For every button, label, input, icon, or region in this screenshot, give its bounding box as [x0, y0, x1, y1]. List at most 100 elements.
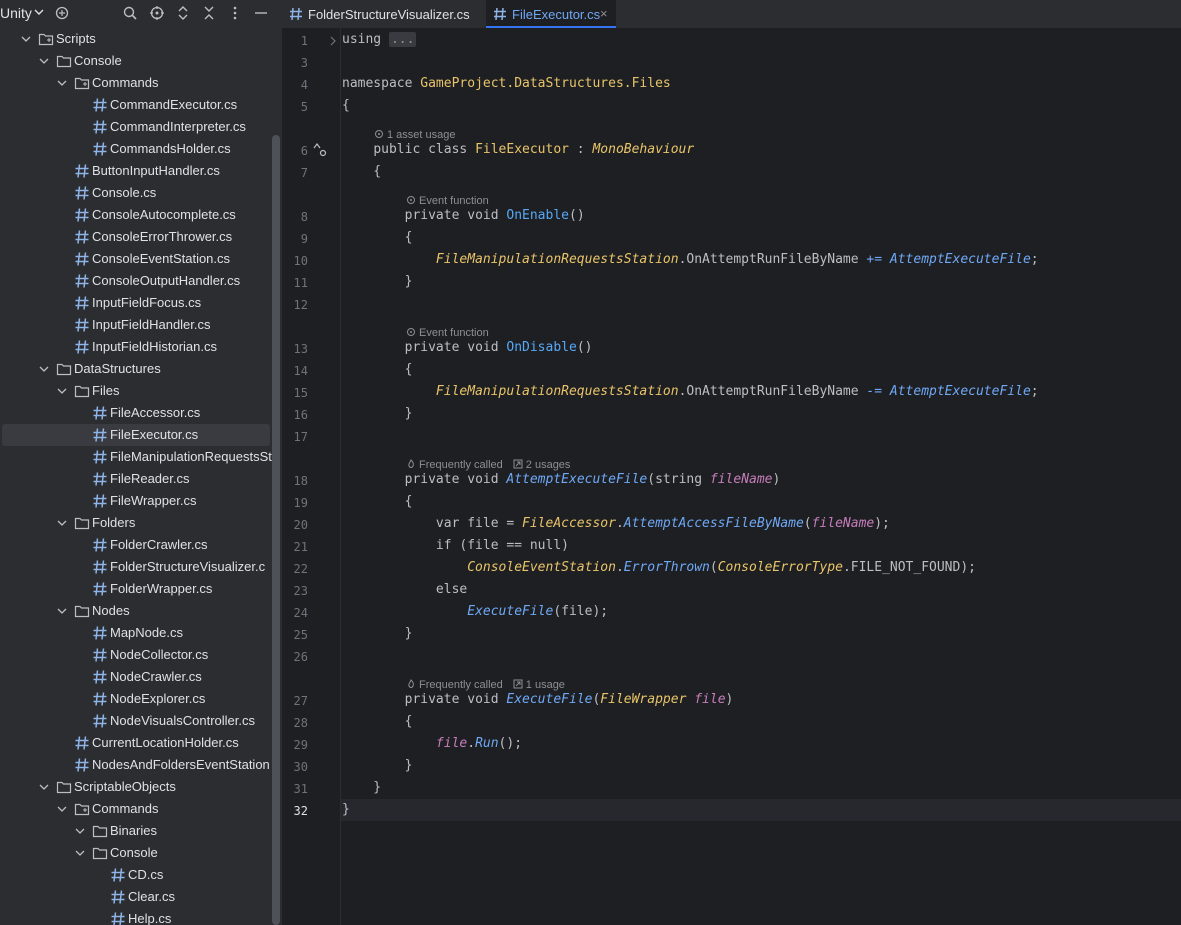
tree-folder-item[interactable]: Folders	[0, 512, 282, 534]
code-line[interactable]: }	[342, 274, 413, 289]
asset-usage-hint[interactable]: 1 asset usage	[374, 129, 456, 141]
chevron-down-icon[interactable]	[56, 605, 68, 617]
chevron-down-icon[interactable]	[38, 55, 50, 67]
tree-folder-item[interactable]: Commands	[0, 72, 282, 94]
minimize-icon[interactable]	[253, 5, 269, 21]
code-line[interactable]: using ...	[342, 32, 417, 47]
tree-folder-item[interactable]: Console	[0, 842, 282, 864]
code-line[interactable]: file.Run();	[342, 736, 522, 751]
search-icon[interactable]	[122, 5, 138, 21]
tree-file-item[interactable]: CD.cs	[0, 864, 282, 886]
code-line[interactable]: }	[342, 780, 381, 795]
tree-folder-item[interactable]: Commands	[0, 798, 282, 820]
tree-file-item[interactable]: FolderStructureVisualizer.c	[0, 556, 282, 578]
frequently-called-hint[interactable]: Frequently called	[406, 459, 503, 471]
tree-file-item[interactable]: ButtonInputHandler.cs	[0, 160, 282, 182]
code-line[interactable]: FileManipulationRequestsStation.OnAttemp…	[342, 384, 1039, 399]
code-line[interactable]: {	[342, 230, 413, 245]
tree-file-item[interactable]: CurrentLocationHolder.cs	[0, 732, 282, 754]
tree-file-item[interactable]: FileAccessor.cs	[0, 402, 282, 424]
code-line[interactable]: ConsoleEventStation.ErrorThrown(ConsoleE…	[342, 560, 976, 575]
fold-arrow-icon[interactable]	[328, 35, 338, 47]
tree-folder-item[interactable]: Scripts	[0, 28, 282, 50]
more-options-icon[interactable]	[227, 5, 243, 21]
collapse-all-icon[interactable]	[201, 5, 217, 21]
code-line[interactable]: }	[342, 758, 413, 773]
tree-file-item[interactable]: Help.cs	[0, 908, 282, 925]
tree-file-item[interactable]: FileExecutor.cs	[2, 424, 270, 446]
tree-folder-item[interactable]: Files	[0, 380, 282, 402]
code-line[interactable]: private void OnDisable()	[342, 340, 593, 355]
tree-scrollbar[interactable]	[272, 135, 280, 925]
chevron-down-icon[interactable]	[20, 33, 32, 45]
event-function-hint[interactable]: Event function	[406, 195, 489, 207]
code-line[interactable]: ExecuteFile(file);	[342, 604, 608, 619]
tree-file-item[interactable]: Console.cs	[0, 182, 282, 204]
chevron-down-icon[interactable]	[56, 517, 68, 529]
code-line[interactable]: {	[342, 714, 413, 729]
tree-folder-item[interactable]: Binaries	[0, 820, 282, 842]
expand-all-icon[interactable]	[175, 5, 191, 21]
code-line[interactable]: }	[342, 406, 413, 421]
tree-folder-item[interactable]: DataStructures	[0, 358, 282, 380]
tab-folderstructurevisualizer[interactable]: FolderStructureVisualizer.cs	[282, 0, 482, 28]
tree-file-item[interactable]: ConsoleErrorThrower.cs	[0, 226, 282, 248]
tree-file-item[interactable]: FileManipulationRequestsSt	[0, 446, 282, 468]
chevron-down-icon[interactable]	[74, 825, 86, 837]
tree-file-item[interactable]: InputFieldHistorian.cs	[0, 336, 282, 358]
tree-file-item[interactable]: FileReader.cs	[0, 468, 282, 490]
code-line[interactable]: public class FileExecutor : MonoBehaviou…	[342, 142, 694, 157]
chevron-down-icon[interactable]	[56, 385, 68, 397]
code-line[interactable]: private void ExecuteFile(FileWrapper fil…	[342, 692, 734, 707]
locate-icon[interactable]	[149, 5, 165, 21]
chevron-down-icon[interactable]	[56, 77, 68, 89]
tree-file-item[interactable]: NodeCollector.cs	[0, 644, 282, 666]
usages-hint[interactable]: 2 usages	[513, 459, 570, 471]
code-editor[interactable]: using ... namespace GameProject.DataStruc…	[341, 28, 1181, 925]
tab-fileexecutor[interactable]: FileExecutor.cs ×	[486, 0, 616, 28]
code-line[interactable]: else	[342, 582, 467, 597]
tree-folder-item[interactable]: Console	[0, 50, 282, 72]
tree-folder-item[interactable]: Nodes	[0, 600, 282, 622]
tree-file-item[interactable]: FolderWrapper.cs	[0, 578, 282, 600]
chevron-down-icon[interactable]	[38, 781, 50, 793]
vcs-icon[interactable]	[54, 5, 70, 21]
chevron-down-icon[interactable]	[38, 363, 50, 375]
project-name[interactable]: Unity	[0, 5, 32, 21]
code-line[interactable]: private void OnEnable()	[342, 208, 585, 223]
tree-file-item[interactable]: CommandInterpreter.cs	[0, 116, 282, 138]
code-line[interactable]: {	[342, 362, 413, 377]
tree-file-item[interactable]: ConsoleAutocomplete.cs	[0, 204, 282, 226]
chevron-down-icon[interactable]	[34, 6, 44, 20]
tree-file-item[interactable]: FolderCrawler.cs	[0, 534, 282, 556]
tree-file-item[interactable]: CommandsHolder.cs	[0, 138, 282, 160]
tree-file-item[interactable]: NodeExplorer.cs	[0, 688, 282, 710]
tree-file-item[interactable]: FileWrapper.cs	[0, 490, 282, 512]
code-line[interactable]: }	[342, 802, 350, 817]
tree-file-item[interactable]: CommandExecutor.cs	[0, 94, 282, 116]
implements-icon[interactable]	[312, 142, 330, 160]
tree-file-item[interactable]: NodeCrawler.cs	[0, 666, 282, 688]
code-line[interactable]: {	[342, 494, 413, 509]
tree-file-item[interactable]: NodesAndFoldersEventStation	[0, 754, 282, 776]
frequently-called-hint[interactable]: Frequently called	[406, 679, 503, 691]
code-line[interactable]: {	[342, 164, 381, 179]
code-line[interactable]: private void AttemptExecuteFile(string f…	[342, 472, 781, 487]
code-line[interactable]: namespace GameProject.DataStructures.Fil…	[342, 76, 671, 91]
tree-file-item[interactable]: NodeVisualsController.cs	[0, 710, 282, 732]
tree-file-item[interactable]: Clear.cs	[0, 886, 282, 908]
code-line[interactable]: var file = FileAccessor.AttemptAccessFil…	[342, 516, 890, 531]
tree-file-item[interactable]: ConsoleOutputHandler.cs	[0, 270, 282, 292]
chevron-down-icon[interactable]	[56, 803, 68, 815]
tree-file-item[interactable]: InputFieldHandler.cs	[0, 314, 282, 336]
event-function-hint[interactable]: Event function	[406, 327, 489, 339]
code-line[interactable]: FileManipulationRequestsStation.OnAttemp…	[342, 252, 1039, 267]
tree-file-item[interactable]: MapNode.cs	[0, 622, 282, 644]
close-icon[interactable]: ×	[600, 6, 608, 21]
tree-file-item[interactable]: ConsoleEventStation.cs	[0, 248, 282, 270]
usages-hint[interactable]: 1 usage	[513, 679, 565, 691]
code-line[interactable]: }	[342, 626, 413, 641]
chevron-down-icon[interactable]	[74, 847, 86, 859]
tree-file-item[interactable]: InputFieldFocus.cs	[0, 292, 282, 314]
code-line[interactable]: if (file == null)	[342, 538, 569, 553]
